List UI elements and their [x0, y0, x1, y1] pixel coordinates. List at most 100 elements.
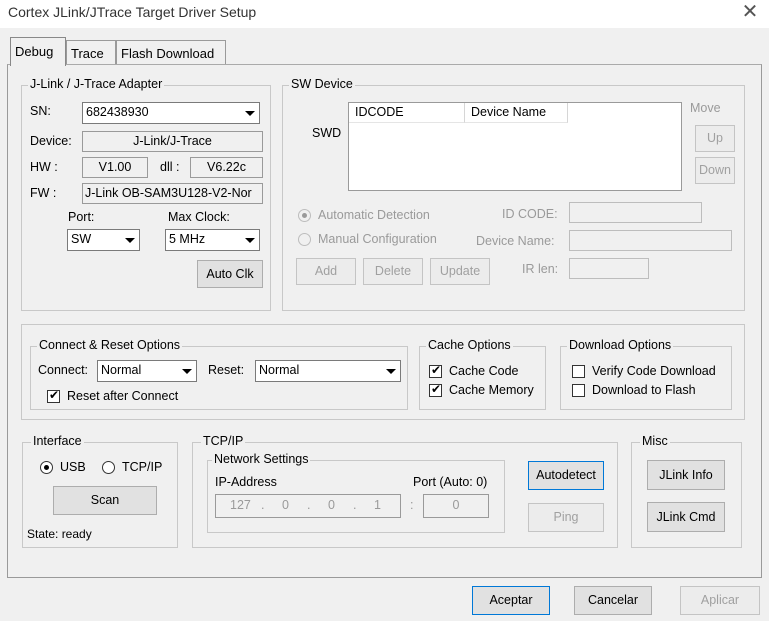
ip-dot-1: .	[261, 498, 265, 512]
manual-config-radio[interactable]	[298, 233, 311, 246]
add-button[interactable]: Add	[296, 258, 356, 285]
verify-download-checkbox[interactable]	[572, 365, 585, 378]
auto-detect-radio[interactable]	[298, 209, 311, 222]
connect-reset-group-title: Connect & Reset Options	[37, 338, 183, 352]
port-field[interactable]: 0	[423, 494, 489, 518]
device-name-field[interactable]	[569, 230, 732, 251]
sn-label: SN:	[30, 104, 51, 118]
hw-field: V1.00	[82, 157, 148, 178]
fw-label: FW :	[30, 186, 57, 200]
ip-octet-1: 127	[230, 498, 251, 512]
cache-memory-checkbox[interactable]	[429, 382, 442, 397]
sn-select[interactable]: 682438930	[82, 102, 260, 124]
hw-label: HW :	[30, 160, 58, 174]
reset-select[interactable]: Normal	[255, 360, 401, 382]
device-label: Device:	[30, 134, 72, 148]
ip-dot-2: .	[307, 498, 311, 512]
tab-trace[interactable]: Trace	[66, 40, 116, 64]
cache-options-group: Cache Options	[419, 338, 546, 410]
tcpip-radio[interactable]	[102, 461, 115, 474]
ping-button[interactable]: Ping	[528, 503, 604, 532]
port-value: SW	[71, 232, 92, 246]
device-list[interactable]: IDCODE Device Name	[348, 102, 682, 191]
ip-octet-3: 0	[328, 498, 335, 512]
up-button[interactable]: Up	[695, 125, 735, 152]
tab-flash-download[interactable]: Flash Download	[116, 40, 226, 64]
sw-device-group-title: SW Device	[289, 77, 355, 91]
down-button[interactable]: Down	[695, 157, 735, 184]
verify-download-label: Verify Code Download	[592, 364, 716, 378]
swd-label: SWD	[312, 126, 342, 140]
dll-label: dll :	[160, 160, 180, 174]
misc-group: Misc	[631, 434, 742, 548]
port-colon: :	[410, 498, 414, 512]
close-icon[interactable]: ✕	[739, 1, 761, 23]
chevron-down-icon	[178, 362, 195, 380]
window-title: Cortex JLink/JTrace Target Driver Setup	[8, 4, 257, 20]
reset-label: Reset:	[208, 363, 245, 377]
column-idcode[interactable]: IDCODE	[349, 103, 465, 123]
maxclock-value: 5 MHz	[169, 232, 206, 246]
interface-group-title: Interface	[31, 434, 84, 448]
download-options-group-title: Download Options	[567, 338, 674, 352]
accept-button[interactable]: Aceptar	[472, 586, 550, 615]
fw-field: J-Link OB-SAM3U128-V2-Nor	[82, 183, 263, 204]
tcpip-group-title: TCP/IP	[201, 434, 246, 448]
ip-octet-2: 0	[282, 498, 289, 512]
adapter-group-title: J-Link / J-Trace Adapter	[28, 77, 165, 91]
device-name-label: Device Name:	[476, 234, 555, 248]
idcode-field[interactable]	[569, 202, 702, 223]
cancel-button[interactable]: Cancelar	[574, 586, 652, 615]
ip-address-field[interactable]: 127 . 0 . 0 . 1	[215, 494, 401, 518]
usb-label: USB	[60, 460, 86, 474]
ip-octet-4: 1	[374, 498, 381, 512]
auto-detect-label: Automatic Detection	[318, 208, 430, 222]
cache-code-checkbox[interactable]	[429, 363, 442, 378]
reset-value: Normal	[259, 363, 300, 377]
sn-value: 682438930	[86, 105, 149, 119]
network-settings-title: Network Settings	[212, 452, 311, 466]
jlink-cmd-button[interactable]: JLink Cmd	[647, 502, 725, 532]
download-to-flash-label: Download to Flash	[592, 383, 696, 397]
usb-radio[interactable]	[40, 461, 53, 474]
auto-clk-button[interactable]: Auto Clk	[197, 260, 263, 288]
chevron-down-icon	[121, 231, 138, 249]
connect-value: Normal	[101, 363, 142, 377]
device-field: J-Link/J-Trace	[82, 131, 263, 152]
move-label: Move	[690, 101, 721, 115]
cache-options-group-title: Cache Options	[426, 338, 513, 352]
cache-code-label: Cache Code	[449, 364, 519, 378]
scan-button[interactable]: Scan	[53, 486, 157, 515]
update-button[interactable]: Update	[430, 258, 490, 285]
port-auto-label: Port (Auto: 0)	[413, 475, 488, 489]
idcode-label: ID CODE:	[502, 207, 558, 221]
ip-address-label: IP-Address	[215, 475, 277, 489]
port-select[interactable]: SW	[67, 229, 140, 251]
tcpip-label: TCP/IP	[122, 460, 163, 474]
column-device-name[interactable]: Device Name	[465, 103, 568, 123]
cache-memory-label: Cache Memory	[449, 383, 534, 397]
state-label: State: ready	[27, 527, 92, 541]
manual-config-label: Manual Configuration	[318, 232, 437, 246]
chevron-down-icon	[241, 231, 258, 249]
jlink-info-button[interactable]: JLink Info	[647, 460, 725, 490]
maxclock-label: Max Clock:	[168, 210, 230, 224]
connect-select[interactable]: Normal	[97, 360, 197, 382]
chevron-down-icon	[241, 104, 258, 122]
reset-after-connect-label: Reset after Connect	[67, 389, 179, 403]
maxclock-select[interactable]: 5 MHz	[165, 229, 260, 251]
chevron-down-icon	[382, 362, 399, 380]
autodetect-button[interactable]: Autodetect	[528, 461, 604, 490]
delete-button[interactable]: Delete	[363, 258, 423, 285]
misc-group-title: Misc	[640, 434, 670, 448]
port-value: 0	[452, 498, 460, 512]
port-label: Port:	[68, 210, 95, 224]
apply-button[interactable]: Aplicar	[680, 586, 760, 615]
tab-debug[interactable]: Debug	[10, 37, 66, 66]
irlen-field[interactable]	[569, 258, 649, 279]
download-to-flash-checkbox[interactable]	[572, 384, 585, 397]
irlen-label: IR len:	[522, 262, 559, 276]
connect-label: Connect:	[38, 363, 89, 377]
reset-after-connect-checkbox[interactable]	[47, 388, 60, 403]
download-options-group: Download Options	[560, 338, 732, 410]
